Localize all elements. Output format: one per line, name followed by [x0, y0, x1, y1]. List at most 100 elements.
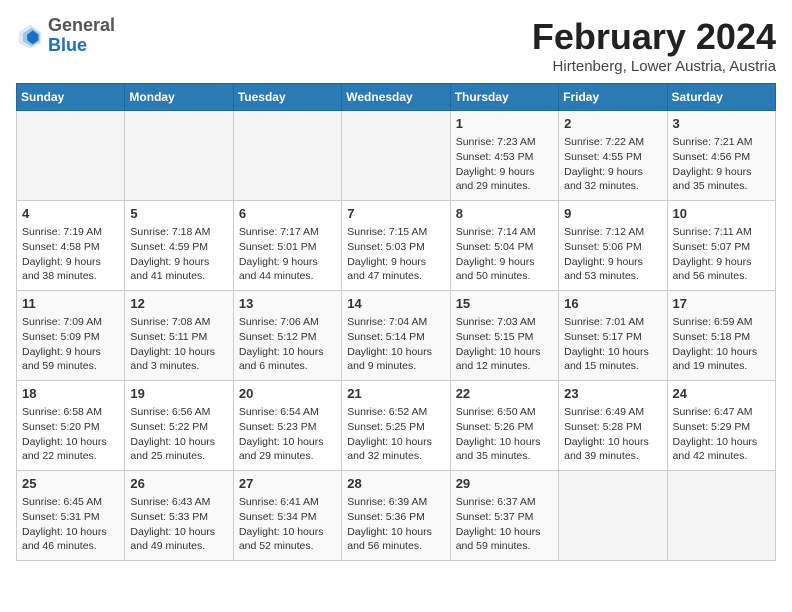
calendar-week-row: 18Sunrise: 6:58 AMSunset: 5:20 PMDayligh… — [17, 381, 776, 471]
cell-info: Sunset: 4:53 PM — [456, 150, 553, 165]
day-number: 17 — [673, 295, 770, 313]
cell-info: Sunset: 5:29 PM — [673, 420, 770, 435]
logo-text: General Blue — [48, 16, 115, 56]
month-title: February 2024 — [532, 16, 776, 58]
cell-info: Sunrise: 7:17 AM — [239, 225, 336, 240]
cell-info: Daylight: 10 hours and 46 minutes. — [22, 525, 119, 554]
day-number: 1 — [456, 115, 553, 133]
cell-info: Sunset: 5:31 PM — [22, 510, 119, 525]
cell-info: Sunset: 5:03 PM — [347, 240, 444, 255]
calendar-cell: 27 Sunrise: 6:41 AMSunset: 5:34 PMDayligh… — [233, 471, 341, 561]
weekday-header: Monday — [125, 84, 233, 111]
day-number: 12 — [130, 295, 227, 313]
cell-info: Sunset: 5:11 PM — [130, 330, 227, 345]
calendar-cell: 25Sunrise: 6:45 AMSunset: 5:31 PMDayligh… — [17, 471, 125, 561]
day-number: 16 — [564, 295, 661, 313]
weekday-header: Wednesday — [342, 84, 450, 111]
day-number: 6 — [239, 205, 336, 223]
cell-info: Sunrise: 7:22 AM — [564, 135, 661, 150]
day-number: 7 — [347, 205, 444, 223]
calendar-cell — [559, 471, 667, 561]
cell-info: Daylight: 10 hours and 52 minutes. — [239, 525, 336, 554]
day-number: 27 — [239, 475, 336, 493]
cell-info: Sunrise: 7:14 AM — [456, 225, 553, 240]
location: Hirtenberg, Lower Austria, Austria — [532, 58, 776, 75]
day-number: 13 — [239, 295, 336, 313]
day-number: 21 — [347, 385, 444, 403]
cell-info: Sunrise: 7:01 AM — [564, 315, 661, 330]
cell-info: Daylight: 10 hours and 25 minutes. — [130, 435, 227, 464]
cell-info: Sunrise: 6:54 AM — [239, 405, 336, 420]
cell-info: Sunset: 5:25 PM — [347, 420, 444, 435]
calendar-cell: 10 Sunrise: 7:11 AMSunset: 5:07 PMDayligh… — [667, 201, 775, 291]
day-number: 18 — [22, 385, 119, 403]
cell-info: Daylight: 10 hours and 42 minutes. — [673, 435, 770, 464]
cell-info: Sunset: 5:17 PM — [564, 330, 661, 345]
cell-info: Sunset: 5:01 PM — [239, 240, 336, 255]
cell-info: Sunset: 5:34 PM — [239, 510, 336, 525]
cell-info: Sunrise: 6:41 AM — [239, 495, 336, 510]
logo: General Blue — [16, 16, 115, 56]
weekday-header: Saturday — [667, 84, 775, 111]
calendar-cell — [17, 111, 125, 201]
calendar-cell — [667, 471, 775, 561]
cell-info: Sunrise: 7:03 AM — [456, 315, 553, 330]
day-number: 2 — [564, 115, 661, 133]
logo-icon — [16, 22, 44, 50]
cell-info: Sunset: 5:12 PM — [239, 330, 336, 345]
cell-info: Sunset: 5:37 PM — [456, 510, 553, 525]
calendar-cell: 29Sunrise: 6:37 AMSunset: 5:37 PMDayligh… — [450, 471, 558, 561]
calendar-week-row: 25Sunrise: 6:45 AMSunset: 5:31 PMDayligh… — [17, 471, 776, 561]
day-number: 22 — [456, 385, 553, 403]
cell-info: Daylight: 10 hours and 22 minutes. — [22, 435, 119, 464]
day-number: 26 — [130, 475, 227, 493]
cell-info: Sunset: 5:04 PM — [456, 240, 553, 255]
day-number: 20 — [239, 385, 336, 403]
calendar-cell: 21Sunrise: 6:52 AMSunset: 5:25 PMDayligh… — [342, 381, 450, 471]
cell-info: Daylight: 9 hours and 56 minutes. — [673, 255, 770, 284]
day-number: 11 — [22, 295, 119, 313]
cell-info: Sunrise: 7:23 AM — [456, 135, 553, 150]
day-number: 23 — [564, 385, 661, 403]
cell-info: Daylight: 9 hours and 59 minutes. — [22, 345, 119, 374]
weekday-header: Thursday — [450, 84, 558, 111]
calendar-cell: 2Sunrise: 7:22 AMSunset: 4:55 PMDaylight… — [559, 111, 667, 201]
cell-info: Daylight: 10 hours and 49 minutes. — [130, 525, 227, 554]
calendar-cell: 20Sunrise: 6:54 AMSunset: 5:23 PMDayligh… — [233, 381, 341, 471]
cell-info: Daylight: 10 hours and 56 minutes. — [347, 525, 444, 554]
cell-info: Daylight: 10 hours and 9 minutes. — [347, 345, 444, 374]
cell-info: Sunrise: 7:09 AM — [22, 315, 119, 330]
cell-info: Daylight: 10 hours and 6 minutes. — [239, 345, 336, 374]
calendar-cell: 7Sunrise: 7:15 AMSunset: 5:03 PMDaylight… — [342, 201, 450, 291]
calendar-cell — [125, 111, 233, 201]
calendar-body: 1 Sunrise: 7:23 AMSunset: 4:53 PM Daylight… — [17, 111, 776, 561]
day-number: 25 — [22, 475, 119, 493]
cell-info: Daylight: 10 hours and 39 minutes. — [564, 435, 661, 464]
calendar-header: SundayMondayTuesdayWednesdayThursdayFrid… — [17, 84, 776, 111]
calendar-table: SundayMondayTuesdayWednesdayThursdayFrid… — [16, 83, 776, 561]
cell-info: Daylight: 10 hours and 32 minutes. — [347, 435, 444, 464]
cell-info: Daylight: 9 hours and 47 minutes. — [347, 255, 444, 284]
calendar-week-row: 4Sunrise: 7:19 AMSunset: 4:58 PMDaylight… — [17, 201, 776, 291]
day-number: 4 — [22, 205, 119, 223]
cell-info: Sunset: 4:59 PM — [130, 240, 227, 255]
cell-info: Sunset: 5:06 PM — [564, 240, 661, 255]
calendar-cell: 18Sunrise: 6:58 AMSunset: 5:20 PMDayligh… — [17, 381, 125, 471]
cell-info: Sunset: 5:07 PM — [673, 240, 770, 255]
calendar-cell: 17Sunrise: 6:59 AMSunset: 5:18 PMDayligh… — [667, 291, 775, 381]
cell-info: Sunrise: 7:11 AM — [673, 225, 770, 240]
page-header: General Blue February 2024 Hirtenberg, L… — [16, 16, 776, 75]
cell-info: Sunset: 5:15 PM — [456, 330, 553, 345]
calendar-cell: 3Sunrise: 7:21 AMSunset: 4:56 PMDaylight… — [667, 111, 775, 201]
calendar-cell — [342, 111, 450, 201]
cell-info: Sunrise: 6:39 AM — [347, 495, 444, 510]
calendar-week-row: 11Sunrise: 7:09 AMSunset: 5:09 PMDayligh… — [17, 291, 776, 381]
day-number: 19 — [130, 385, 227, 403]
cell-info: Sunset: 4:58 PM — [22, 240, 119, 255]
calendar-week-row: 1Sunrise: 7:23 AMSunset: 4:53 PMDaylight… — [17, 111, 776, 201]
cell-info: Daylight: 10 hours and 3 minutes. — [130, 345, 227, 374]
day-number: 10 — [673, 205, 770, 223]
calendar-cell: 6Sunrise: 7:17 AMSunset: 5:01 PMDaylight… — [233, 201, 341, 291]
cell-info: Sunrise: 6:43 AM — [130, 495, 227, 510]
day-number: 9 — [564, 205, 661, 223]
